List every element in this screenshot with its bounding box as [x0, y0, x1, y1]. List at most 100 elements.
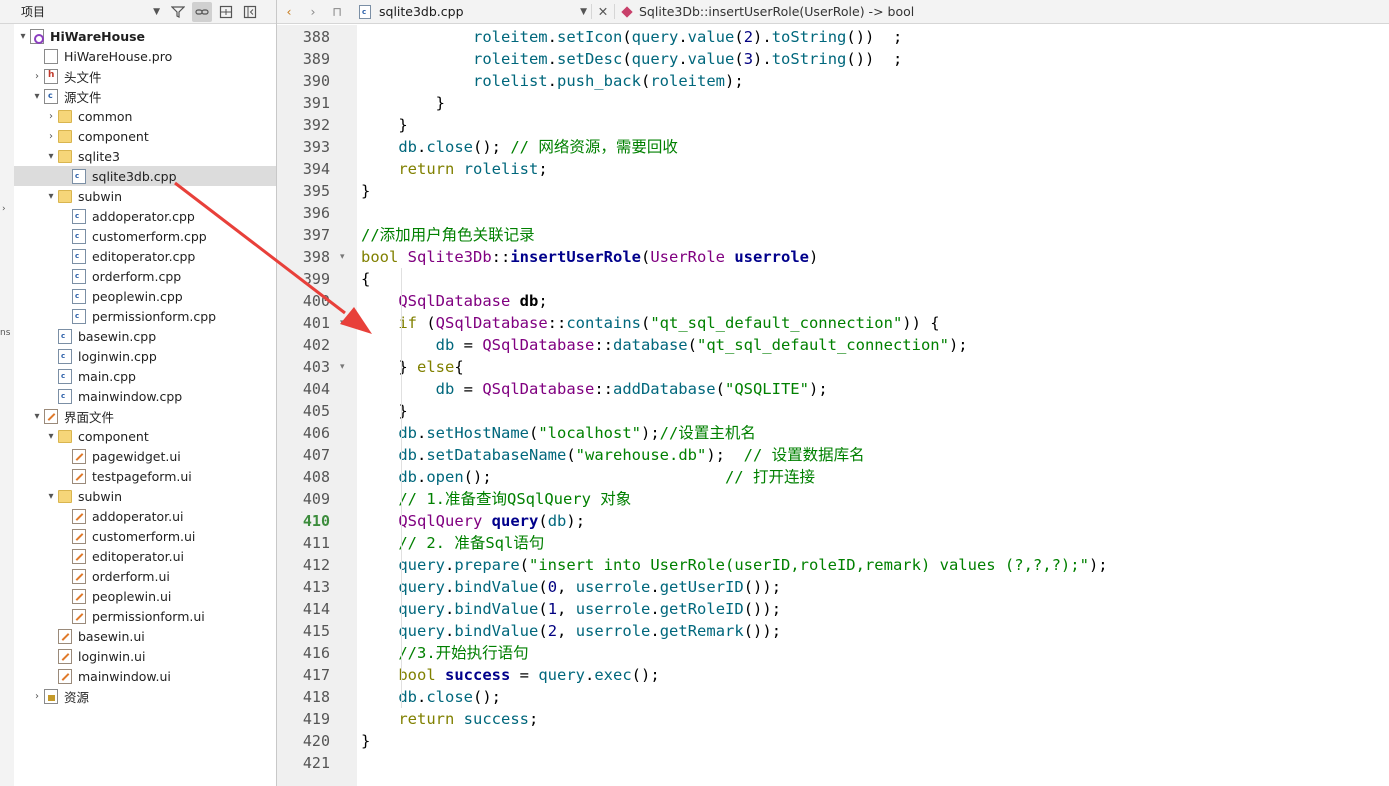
chevron-down-icon[interactable]: ▾	[44, 151, 58, 162]
forward-icon[interactable]: ›	[301, 4, 325, 19]
tree-item[interactable]: ▾ subwin	[14, 186, 276, 206]
tree-item-label: basewin.cpp	[78, 328, 157, 344]
code-line[interactable]: }	[361, 180, 370, 202]
close-document-icon[interactable]: ✕	[591, 4, 615, 19]
chevron-down-icon[interactable]: ▾	[16, 31, 30, 42]
chevron-down-icon: ▼	[580, 6, 587, 17]
tree-item[interactable]: peoplewin.ui	[14, 586, 276, 606]
tree-item[interactable]: › component	[14, 126, 276, 146]
code-line[interactable]: db = QSqlDatabase::database("qt_sql_defa…	[361, 334, 968, 356]
tree-item[interactable]: HiWareHouse.pro	[14, 46, 276, 66]
code-line[interactable]: //添加用户角色关联记录	[361, 224, 535, 246]
code-line[interactable]: }	[361, 730, 370, 752]
code-line[interactable]: db.setDatabaseName("warehouse.db"); // 设…	[361, 444, 864, 466]
filter-icon[interactable]	[168, 2, 188, 22]
tree-item-label: editoperator.cpp	[92, 248, 196, 264]
code-line[interactable]: if (QSqlDatabase::contains("qt_sql_defau…	[361, 312, 939, 334]
open-file-select[interactable]: sqlite3db.cpp ▼	[357, 2, 591, 22]
line-number: 390	[302, 72, 330, 90]
code-line[interactable]: db.open(); // 打开连接	[361, 466, 815, 488]
collapse-arrow-icon[interactable]: ›	[2, 204, 6, 214]
tree-item[interactable]: permissionform.cpp	[14, 306, 276, 326]
code-line[interactable]: }	[361, 114, 407, 136]
tree-item[interactable]: ▾ sqlite3	[14, 146, 276, 166]
tree-item[interactable]: editoperator.cpp	[14, 246, 276, 266]
tree-item[interactable]: orderform.cpp	[14, 266, 276, 286]
code-line[interactable]: roleitem.setDesc(query.value(3).toString…	[361, 48, 902, 70]
fold-marker-icon[interactable]: ▾	[340, 356, 345, 378]
code-line[interactable]: query.bindValue(0, userrole.getUserID())…	[361, 576, 781, 598]
chevron-down-icon[interactable]: ▾	[44, 191, 58, 202]
code-line[interactable]: db = QSqlDatabase::addDatabase("QSQLITE"…	[361, 378, 828, 400]
code-line[interactable]: } else{	[361, 356, 463, 378]
code-line[interactable]: {	[361, 268, 370, 290]
code-line[interactable]: return success;	[361, 708, 538, 730]
tree-item[interactable]: addoperator.cpp	[14, 206, 276, 226]
tree-item[interactable]: peoplewin.cpp	[14, 286, 276, 306]
method-icon	[621, 5, 633, 18]
code-line[interactable]: db.close(); // 网络资源，需要回收	[361, 136, 678, 158]
back-icon[interactable]: ‹	[277, 4, 301, 19]
tree-item[interactable]: ▾ component	[14, 426, 276, 446]
code-line[interactable]: query.bindValue(2, userrole.getRemark())…	[361, 620, 781, 642]
chevron-down-icon[interactable]: ▾	[30, 91, 44, 102]
code-line[interactable]: db.setHostName("localhost");//设置主机名	[361, 422, 756, 444]
fold-marker-icon[interactable]: ▾	[340, 312, 345, 334]
tree-item[interactable]: customerform.cpp	[14, 226, 276, 246]
code-line[interactable]: //3.开始执行语句	[361, 642, 528, 664]
line-number: 391	[302, 94, 330, 112]
link-icon[interactable]	[192, 1, 212, 22]
code-line[interactable]: roleitem.setIcon(query.value(2).toString…	[361, 26, 902, 48]
tree-item-label: mainwindow.cpp	[78, 388, 183, 404]
chevron-right-icon[interactable]: ›	[30, 691, 44, 702]
tree-item[interactable]: basewin.ui	[14, 626, 276, 646]
split-icon[interactable]	[216, 2, 236, 22]
code-line[interactable]: db.close();	[361, 686, 501, 708]
code-line[interactable]: return rolelist;	[361, 158, 547, 180]
tree-item[interactable]: ▾ subwin	[14, 486, 276, 506]
tree-item[interactable]: ▾ 界面文件	[14, 406, 276, 426]
code-line[interactable]: bool Sqlite3Db::insertUserRole(UserRole …	[361, 246, 818, 268]
tree-item[interactable]: mainwindow.cpp	[14, 386, 276, 406]
chevron-right-icon[interactable]: ›	[44, 111, 58, 122]
tree-item[interactable]: › 头文件	[14, 66, 276, 86]
tree-item[interactable]: › common	[14, 106, 276, 126]
tree-item[interactable]: mainwindow.ui	[14, 666, 276, 686]
chevron-down-icon[interactable]: ▾	[44, 491, 58, 502]
code-line[interactable]: query.prepare("insert into UserRole(user…	[361, 554, 1107, 576]
tree-item[interactable]: pagewidget.ui	[14, 446, 276, 466]
tree-item[interactable]: orderform.ui	[14, 566, 276, 586]
tree-item[interactable]: loginwin.ui	[14, 646, 276, 666]
code-editor[interactable]: roleitem.setIcon(query.value(2).toString…	[357, 25, 1389, 786]
code-line[interactable]: QSqlDatabase db;	[361, 290, 547, 312]
tree-item[interactable]: ▾ 源文件	[14, 86, 276, 106]
code-line[interactable]: query.bindValue(1, userrole.getRoleID())…	[361, 598, 781, 620]
chevron-right-icon[interactable]: ›	[44, 131, 58, 142]
code-line[interactable]: bool success = query.exec();	[361, 664, 659, 686]
tree-item[interactable]: addoperator.ui	[14, 506, 276, 526]
fold-marker-icon[interactable]: ▾	[340, 246, 345, 268]
cpp-file-icon	[58, 348, 72, 364]
tree-item[interactable]: testpageform.ui	[14, 466, 276, 486]
chevron-right-icon[interactable]: ›	[30, 71, 44, 82]
code-line[interactable]: }	[361, 92, 445, 114]
symbol-select[interactable]: Sqlite3Db::insertUserRole(UserRole) -> b…	[621, 4, 914, 19]
close-sidebar-icon[interactable]	[240, 2, 260, 22]
folder-icon	[58, 129, 72, 143]
project-view-select[interactable]: 项目 ▼	[2, 2, 164, 22]
tree-item[interactable]: permissionform.ui	[14, 606, 276, 626]
tree-item[interactable]: customerform.ui	[14, 526, 276, 546]
code-line[interactable]: rolelist.push_back(roleitem);	[361, 70, 744, 92]
tree-item[interactable]: editoperator.ui	[14, 546, 276, 566]
tree-item-label: 资源	[64, 689, 90, 705]
tree-item[interactable]: sqlite3db.cpp	[14, 166, 276, 186]
tree-item[interactable]: › 资源	[14, 686, 276, 706]
tree-item[interactable]: loginwin.cpp	[14, 346, 276, 366]
code-line[interactable]: // 2. 准备Sql语句	[361, 532, 544, 554]
chevron-down-icon[interactable]: ▾	[44, 431, 58, 442]
tree-item[interactable]: basewin.cpp	[14, 326, 276, 346]
code-line[interactable]: QSqlQuery query(db);	[361, 510, 585, 532]
tree-item[interactable]: main.cpp	[14, 366, 276, 386]
chevron-down-icon[interactable]: ▾	[30, 411, 44, 422]
tree-item[interactable]: ▾ HiWareHouse	[14, 26, 276, 46]
